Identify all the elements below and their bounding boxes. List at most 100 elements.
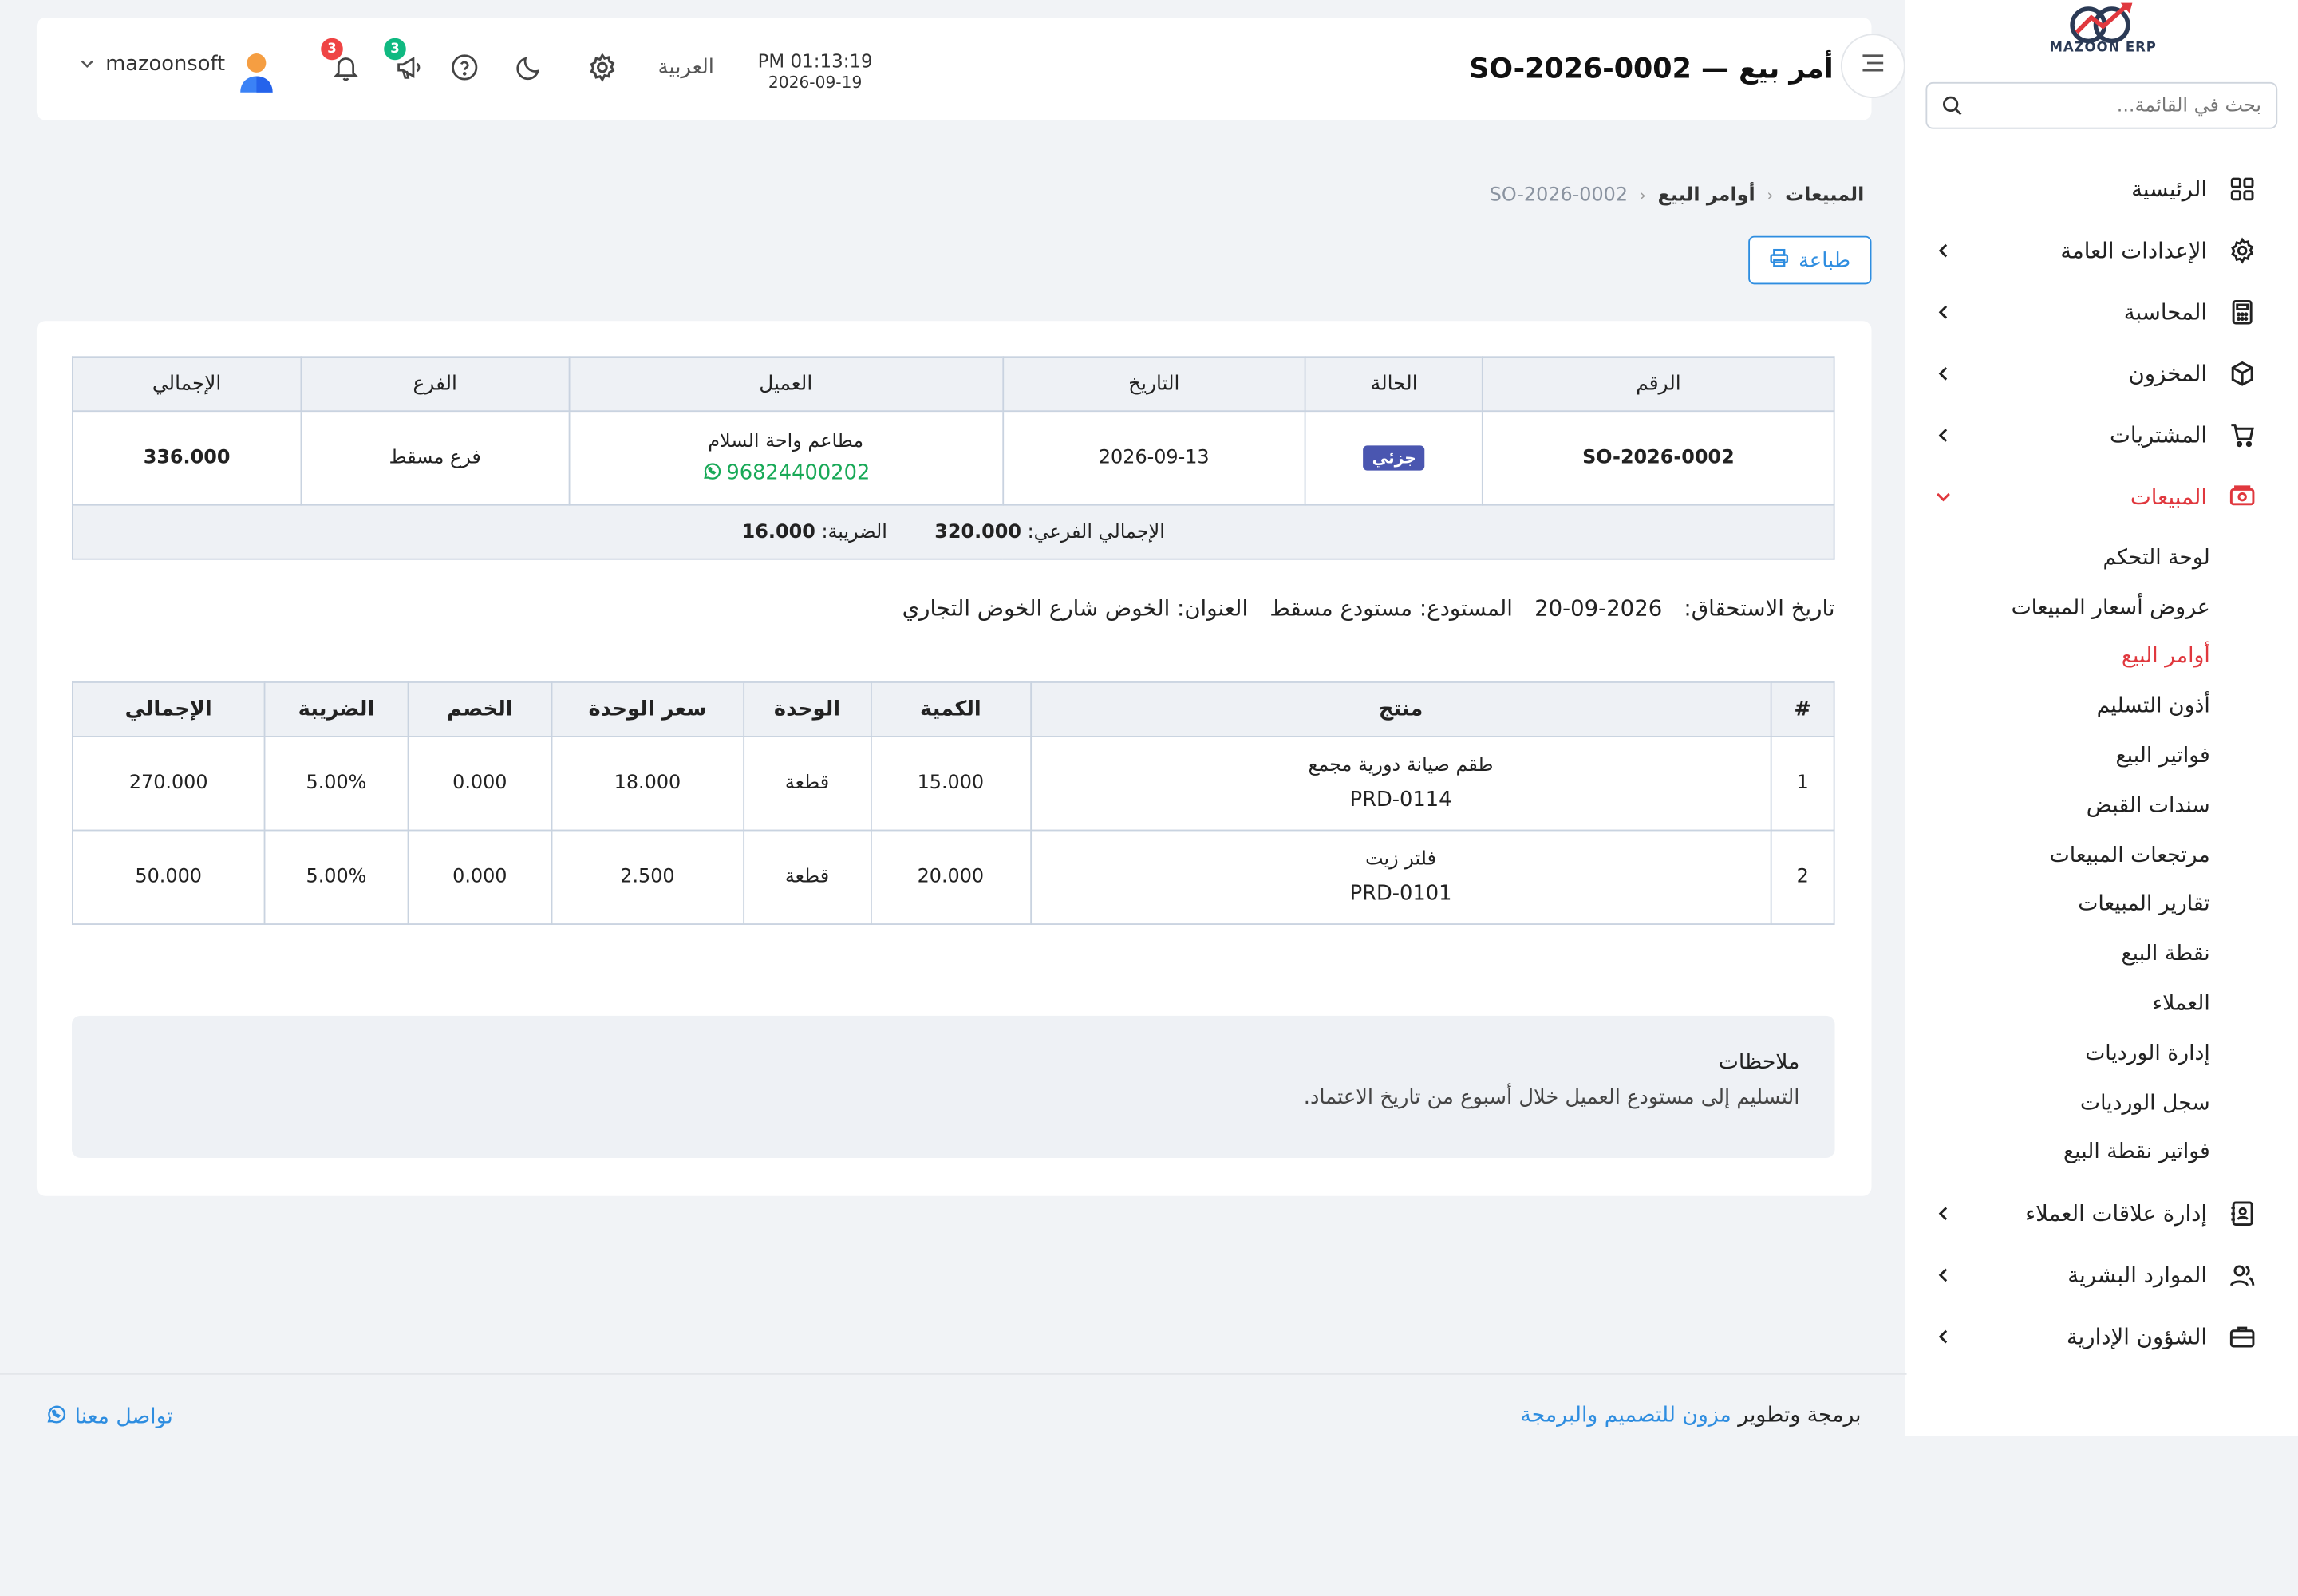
product-name: فلتر زيت (1365, 848, 1437, 871)
whatsapp-icon (701, 461, 721, 486)
line-qty: 15.000 (870, 736, 1032, 832)
help-button[interactable] (448, 54, 480, 86)
notifications-button[interactable]: 3 (321, 38, 361, 86)
sidebar-menu: الرئيسية الإعدادات العامة المحاسبة المخز… (1905, 158, 2298, 1368)
sidebar-item-label: المحاسبة (2123, 298, 2208, 326)
whatsapp-link[interactable]: 96824400202 (701, 461, 870, 486)
submenu-pos[interactable]: نقطة البيع (1905, 930, 2209, 979)
sidebar-item-hr[interactable]: الموارد البشرية (1905, 1245, 2298, 1306)
line-total: 270.000 (71, 736, 266, 832)
clock-date: 2026-09-19 (768, 73, 863, 93)
avatar[interactable] (236, 49, 277, 93)
line-tax: 5.00% (263, 736, 409, 832)
subtotal-value: 320.000 (934, 520, 1022, 543)
sidebar-item-label: الموارد البشرية (2067, 1262, 2208, 1290)
search-icon (1942, 95, 1963, 116)
dark-mode-toggle[interactable] (513, 54, 545, 86)
column-header: الفرع (300, 356, 571, 413)
submenu-receipts[interactable]: سندات القبض (1905, 781, 2210, 831)
product-cell: فلتر زيت PRD-0101 (1029, 829, 1772, 925)
product-code: PRD-0114 (1349, 788, 1452, 812)
logo-text: MAZOON ERP (2049, 41, 2157, 56)
sidebar-item-label: الرئيسية (2131, 176, 2208, 203)
chevron-left-icon: ‹ (1767, 186, 1774, 206)
announcements-button[interactable]: 3 (384, 38, 424, 86)
table-row: 2 فلتر زيت PRD-0101 20.000 قطعة 2.500 0.… (71, 829, 1835, 925)
column-header: منتج (1029, 681, 1772, 737)
page-title: أمر بيع — SO-2026-0002 (1469, 53, 1834, 85)
submenu-shift-management[interactable]: إدارة الورديات (1905, 1029, 2210, 1078)
sidebar-item-inventory[interactable]: المخزون (1905, 343, 2298, 405)
language-switch[interactable]: العربية (658, 56, 714, 79)
footer-prefix: برمجة وتطوير (1738, 1404, 1862, 1428)
column-header: الإجمالي (71, 356, 302, 413)
chevron-left-icon (1934, 303, 1952, 321)
submenu-delivery-notes[interactable]: أذون التسليم (1905, 682, 2210, 732)
column-header: التاريخ (1001, 356, 1307, 413)
clock: PM 01:13:19 2026-09-19 (758, 49, 873, 92)
column-header: الكمية (870, 681, 1032, 737)
contact-us-label: تواصل معنا (74, 1405, 173, 1429)
sidebar-search-placeholder: بحث في القائمة... (2116, 94, 2262, 117)
username: mazoonsoft (105, 53, 226, 77)
order-total: 336.000 (71, 410, 302, 506)
column-header: الحالة (1305, 356, 1484, 413)
line-price: 2.500 (551, 829, 744, 925)
sidebar-item-sales[interactable]: المبيعات (1905, 466, 2298, 527)
sidebar-collapse-button[interactable] (1840, 34, 1905, 99)
submenu-sales-returns[interactable]: مرتجعات المبيعات (1905, 831, 2210, 880)
sidebar-item-accounting[interactable]: المحاسبة (1905, 282, 2298, 343)
sidebar-search-input[interactable]: بحث في القائمة... (1925, 81, 2278, 129)
submenu-dashboard[interactable]: لوحة التحكم (1905, 534, 2209, 583)
contact-us-link[interactable]: تواصل معنا (45, 1404, 173, 1431)
order-summary-table: الرقم الحالة التاريخ العميل الفرع الإجما… (71, 356, 1835, 560)
chevron-left-icon (1934, 242, 1952, 259)
submenu-sales-orders[interactable]: أوامر البيع (1905, 633, 2210, 682)
submenu-customers[interactable]: العملاء (1905, 979, 2210, 1029)
gear-icon (588, 53, 618, 88)
line-number: 1 (1770, 736, 1835, 832)
line-discount: 0.000 (407, 829, 553, 925)
column-header: الضريبة (263, 681, 409, 737)
submenu-sales-invoices[interactable]: فواتير البيع (1905, 732, 2209, 781)
customer-name[interactable]: مطاعم واحة السلام (570, 430, 1001, 452)
totals-cell: الإجمالي الفرعي: 320.000 الضريبة: 16.000 (71, 504, 1835, 560)
sidebar-item-admin[interactable]: الشؤون الإدارية (1905, 1306, 2298, 1368)
user-menu[interactable]: mazoonsoft (81, 53, 226, 77)
line-total: 50.000 (71, 829, 266, 925)
breadcrumb-sales-orders[interactable]: أوامر البيع (1658, 184, 1755, 207)
breadcrumb-current: SO-2026-0002 (1489, 184, 1629, 207)
column-header: سعر الوحدة (551, 681, 744, 737)
sidebar-item-purchases[interactable]: المشتريات (1905, 405, 2298, 466)
line-qty: 20.000 (870, 829, 1032, 925)
submenu-shift-log[interactable]: سجل الورديات (1905, 1078, 2210, 1128)
breadcrumb-sales[interactable]: المبيعات (1785, 184, 1864, 207)
submenu-pos-invoices[interactable]: فواتير نقطة البيع (1905, 1128, 2210, 1177)
due-value: 2026-09-20 (1534, 595, 1663, 622)
sidebar-item-settings[interactable]: الإعدادات العامة (1905, 220, 2298, 282)
product-name: طقم صيانة دورية مجمع (1308, 754, 1494, 777)
warehouse-label: المستودع: (1419, 595, 1513, 622)
print-button[interactable]: طباعة (1748, 235, 1872, 285)
sidebar-item-home[interactable]: الرئيسية (1905, 158, 2298, 219)
line-price: 18.000 (551, 736, 744, 832)
notifications-badge: 3 (321, 38, 343, 61)
notes-panel: ملاحظات التسليم إلى مستودع العميل خلال أ… (71, 1015, 1835, 1158)
table-header-row: الرقم الحالة التاريخ العميل الفرع الإجما… (71, 356, 1835, 413)
help-circle-icon (450, 53, 480, 88)
sidebar-item-label: المشتريات (2109, 421, 2208, 449)
order-branch: فرع مسقط (300, 410, 571, 506)
table-row: 1 طقم صيانة دورية مجمع PRD-0114 15.000 ق… (71, 736, 1835, 832)
sidebar: MAZOON ERP بحث في القائمة... الرئيسية ال… (1905, 0, 2298, 1436)
product-cell: طقم صيانة دورية مجمع PRD-0114 (1029, 736, 1772, 832)
submenu-sales-quotes[interactable]: عروض أسعار المبيعات (1905, 583, 2210, 633)
footer-company-link[interactable]: مزون للتصميم والبرمجة (1520, 1404, 1731, 1428)
sidebar-item-crm[interactable]: إدارة علاقات العملاء (1905, 1183, 2298, 1245)
settings-button[interactable] (586, 53, 618, 88)
warehouse: المستودع: مستودع مسقط (1269, 595, 1513, 622)
customer-cell: مطاعم واحة السلام 96824400202 (568, 410, 1004, 506)
app-logo[interactable]: MAZOON ERP (2023, 0, 2184, 67)
sidebar-item-label: الشؤون الإدارية (2066, 1324, 2208, 1351)
column-header: الخصم (407, 681, 553, 737)
submenu-sales-reports[interactable]: تقارير المبيعات (1905, 880, 2209, 930)
